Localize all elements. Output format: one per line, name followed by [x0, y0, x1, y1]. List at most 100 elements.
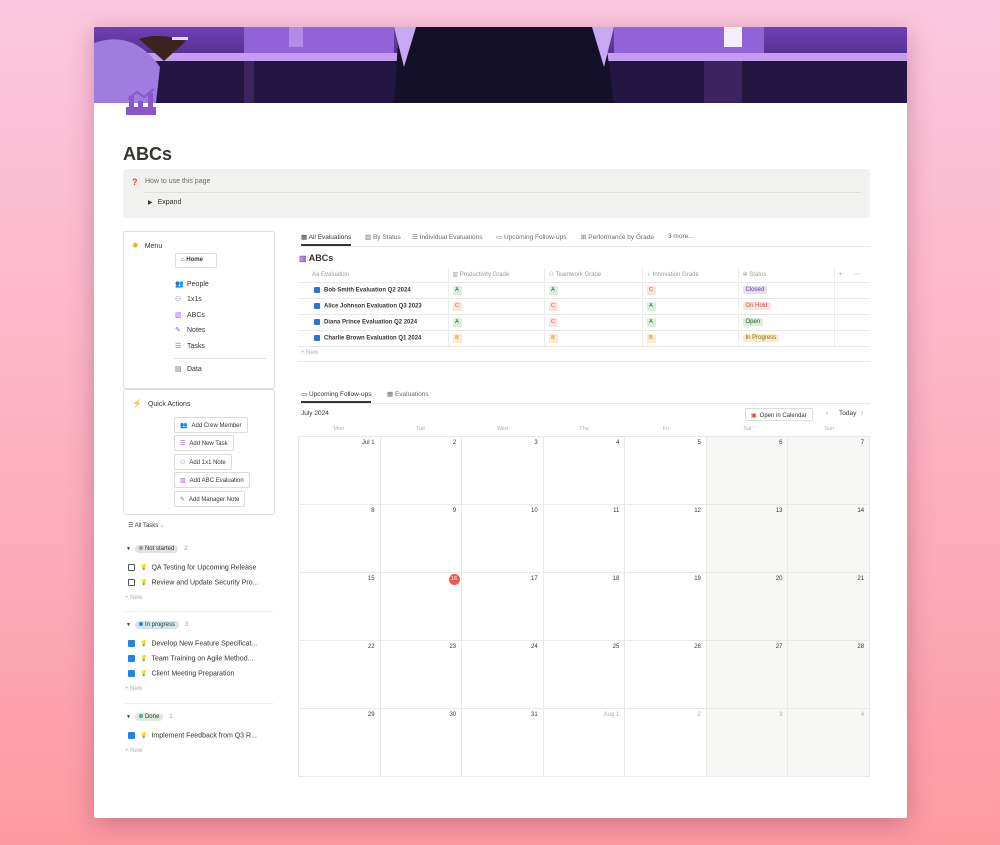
menu-item-notes[interactable]: ✎ Notes — [175, 326, 205, 334]
calendar-day[interactable]: 7 — [788, 437, 871, 505]
productivity-cell[interactable]: A — [448, 282, 545, 299]
column-header-teamwork[interactable]: ⚇ Teamwork Grade — [544, 268, 643, 283]
add-manager-note-button[interactable]: ✎ Add Manager Note — [174, 491, 246, 507]
evaluation-name-cell[interactable]: Diana Prince Evaluation Q2 2024 — [298, 314, 449, 331]
tab-performance-by-grade[interactable]: ⊞ Performance by Grade — [581, 233, 654, 241]
table-row[interactable]: Alice Johnson Evaluation Q3 2023 C C A O… — [298, 298, 870, 315]
teamwork-cell[interactable]: B — [544, 330, 643, 347]
new-task-button[interactable]: + New — [125, 595, 142, 601]
menu-item-tasks[interactable]: ☰ Tasks — [175, 342, 205, 350]
calendar-day[interactable]: 19 — [625, 573, 707, 641]
add-abc-evaluation-button[interactable]: ▥ Add ABC Evaluation — [174, 472, 250, 488]
tab-evaluations[interactable]: ▦ Evaluations — [387, 390, 429, 398]
calendar-day[interactable]: 17 — [462, 573, 544, 641]
home-button[interactable]: ⌂ Home — [175, 253, 217, 268]
checkbox[interactable] — [128, 670, 135, 677]
menu-item-1x1s[interactable]: ⚇ 1x1s — [175, 295, 202, 303]
menu-item-abcs[interactable]: ▥ ABCs — [175, 311, 205, 319]
calendar-day[interactable]: 8 — [299, 505, 381, 573]
evaluation-name-cell[interactable]: Bob Smith Evaluation Q2 2024 — [298, 282, 449, 299]
page-title[interactable]: ABCs — [123, 144, 172, 165]
calendar-day[interactable]: 13 — [706, 505, 789, 573]
productivity-cell[interactable]: A — [448, 314, 545, 331]
calendar-day[interactable]: 30 — [380, 709, 463, 777]
menu-item-people[interactable]: 👥 People — [175, 280, 209, 288]
teamwork-cell[interactable]: C — [544, 314, 643, 331]
column-header-productivity[interactable]: ▥ Productivity Grade — [448, 268, 545, 283]
column-header-status[interactable]: ✲ Status — [738, 268, 835, 283]
checkbox[interactable] — [128, 564, 135, 571]
evaluation-name-cell[interactable]: Charlie Brown Evaluation Q1 2024 — [298, 330, 449, 347]
task-item[interactable]: 💡 Team Training on Agile Method... — [128, 655, 273, 662]
calendar-day[interactable]: 5 — [625, 437, 707, 505]
calendar-day[interactable]: 6 — [706, 437, 789, 505]
tab-by-status[interactable]: ▥ By Status — [365, 233, 401, 241]
database-title[interactable]: ▥ ABCs — [299, 253, 333, 263]
expand-toggle[interactable]: ▶ Expand — [148, 199, 181, 206]
table-row[interactable]: Diana Prince Evaluation Q2 2024 A C A Op… — [298, 314, 870, 331]
table-row[interactable]: Charlie Brown Evaluation Q1 2024 B B B I… — [298, 330, 870, 347]
calendar-day[interactable]: 11 — [543, 505, 626, 573]
next-month-button[interactable]: › — [861, 410, 863, 417]
calendar-day[interactable]: 14 — [788, 505, 871, 573]
calendar-day[interactable]: 31 — [462, 709, 544, 777]
add-crew-member-button[interactable]: 👥 Add Crew Member — [174, 417, 248, 433]
calendar-day-today[interactable]: 16 — [380, 573, 463, 641]
task-item[interactable]: 💡 QA Testing for Upcoming Release — [128, 564, 273, 571]
calendar-day[interactable]: 3 — [706, 709, 789, 777]
status-cell[interactable]: Open — [738, 314, 835, 331]
tab-individual-evaluations[interactable]: ☰ Individual Evaluations — [412, 233, 483, 241]
calendar-day[interactable]: 15 — [299, 573, 381, 641]
calendar-day[interactable]: 18 — [543, 573, 626, 641]
productivity-cell[interactable]: B — [448, 330, 545, 347]
chart-page-icon[interactable] — [124, 87, 158, 117]
calendar-day[interactable]: 9 — [380, 505, 463, 573]
previous-month-button[interactable]: ‹ — [826, 410, 828, 417]
productivity-cell[interactable]: C — [448, 298, 545, 315]
new-evaluation-button[interactable]: + New — [301, 350, 318, 356]
tab-upcoming-follow-ups-calendar[interactable]: ▭ Upcoming Follow-ups — [301, 390, 372, 403]
add-1x1-note-button[interactable]: ⚇ Add 1x1 Note — [174, 454, 232, 470]
calendar-day[interactable]: 28 — [788, 641, 871, 709]
calendar-day[interactable]: 2 — [625, 709, 707, 777]
group-done[interactable]: ▼ Done 1 — [126, 713, 173, 721]
tasks-view-selector[interactable]: ☰ All Tasks ⌄ — [128, 522, 165, 529]
tab-upcoming-follow-ups[interactable]: ▭ Upcoming Follow-ups — [496, 233, 566, 241]
calendar-day[interactable]: 22 — [299, 641, 381, 709]
tab-more[interactable]: 3 more... — [668, 233, 694, 240]
teamwork-cell[interactable]: A — [544, 282, 643, 299]
task-item[interactable]: 💡 Develop New Feature Specificat... — [128, 640, 273, 647]
column-actions[interactable]: + ⋯ — [834, 268, 870, 283]
checkbox[interactable] — [128, 579, 135, 586]
calendar-day[interactable]: 10 — [462, 505, 544, 573]
checkbox[interactable] — [128, 655, 135, 662]
new-task-button[interactable]: + New — [125, 686, 142, 692]
innovation-cell[interactable]: B — [642, 330, 739, 347]
calendar-day[interactable]: 20 — [706, 573, 789, 641]
calendar-day[interactable]: 29 — [299, 709, 381, 777]
innovation-cell[interactable]: C — [642, 282, 739, 299]
calendar-day[interactable]: 25 — [543, 641, 626, 709]
checkbox[interactable] — [128, 640, 135, 647]
menu-item-data[interactable]: ▤ Data — [175, 365, 202, 373]
calendar-day[interactable]: 24 — [462, 641, 544, 709]
innovation-cell[interactable]: A — [642, 298, 739, 315]
calendar-day[interactable]: Aug 1 — [543, 709, 626, 777]
calendar-day[interactable]: 21 — [788, 573, 871, 641]
calendar-day[interactable]: 3 — [462, 437, 544, 505]
calendar-day[interactable]: 12 — [625, 505, 707, 573]
calendar-day[interactable]: 4 — [543, 437, 626, 505]
today-button[interactable]: Today — [839, 410, 856, 417]
calendar-day[interactable]: 26 — [625, 641, 707, 709]
checkbox[interactable] — [128, 732, 135, 739]
status-cell[interactable]: In Progress — [738, 330, 835, 347]
new-task-button[interactable]: + New — [125, 748, 142, 754]
group-not-started[interactable]: ▼ Not started 2 — [126, 545, 188, 553]
group-in-progress[interactable]: ▼ In progress 3 — [126, 621, 188, 629]
calendar-day[interactable]: Jul 1 — [299, 437, 381, 505]
tab-all-evaluations[interactable]: ▦ All Evaluations — [301, 233, 352, 246]
add-new-task-button[interactable]: ☰ Add New Task — [174, 435, 234, 451]
calendar-day[interactable]: 23 — [380, 641, 463, 709]
status-cell[interactable]: Closed — [738, 282, 835, 299]
evaluation-name-cell[interactable]: Alice Johnson Evaluation Q3 2023 — [298, 298, 449, 315]
